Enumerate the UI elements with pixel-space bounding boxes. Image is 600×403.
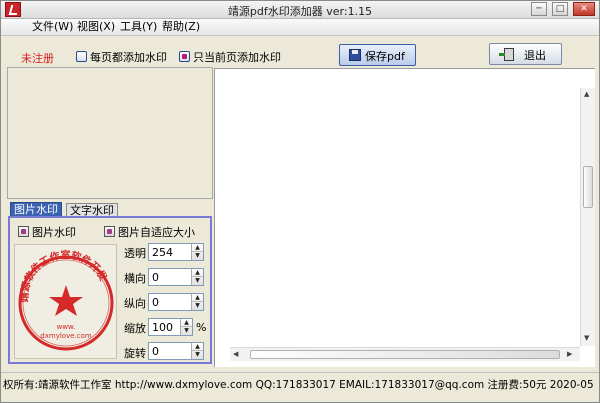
opacity-value: 254	[152, 246, 173, 259]
rotation-spinner[interactable]: 0 ▲ ▼	[148, 342, 204, 360]
every-page-checkbox[interactable]	[76, 51, 87, 62]
horizontal-label: 横向	[124, 272, 146, 285]
scale-unit: %	[196, 321, 207, 334]
scroll-right-arrow-icon[interactable]: ▶	[567, 350, 572, 358]
horizontal-spinner[interactable]: 0 ▲ ▼	[148, 268, 204, 286]
every-page-label: 每页都添加水印	[90, 51, 167, 64]
horizontal-spin-buttons: ▲ ▼	[191, 269, 203, 285]
page-thumbnail-panel[interactable]	[7, 67, 213, 199]
current-page-label: 只当前页添加水印	[193, 51, 281, 64]
opacity-spinner[interactable]: 254 ▲ ▼	[148, 243, 204, 261]
opacity-down-arrow-icon[interactable]: ▼	[192, 252, 203, 260]
horizontal-scroll-thumb[interactable]	[250, 350, 560, 359]
app-window: 靖源pdf水印添加器 ver:1.15 ─ □ ✕ 文件(W) 视图(X) 工具…	[0, 0, 600, 403]
opacity-up-arrow-icon[interactable]: ▲	[192, 244, 203, 252]
window-title: 靖源pdf水印添加器 ver:1.15	[227, 5, 373, 18]
save-pdf-button[interactable]: 保存pdf	[339, 44, 416, 66]
scale-spin-buttons: ▲ ▼	[180, 319, 192, 335]
vertical-label: 纵向	[124, 297, 146, 310]
auto-size-checkbox[interactable]	[104, 226, 115, 237]
close-button[interactable]: ✕	[573, 2, 595, 16]
pdf-preview-pane[interactable]	[214, 68, 595, 367]
horizontal-up-arrow-icon[interactable]: ▲	[192, 269, 203, 277]
image-watermark-panel: 图片水印 图片自适应大小 靖源软件工作室软件开发 www. dxmylove.c…	[8, 216, 212, 364]
vertical-up-arrow-icon[interactable]: ▲	[192, 294, 203, 302]
horizontal-value: 0	[152, 271, 159, 284]
status-bar: 权所有:靖源软件工作室 http://www.dxmylove.com QQ:1…	[1, 372, 599, 392]
menu-tools[interactable]: 工具(Y)	[117, 20, 160, 35]
menu-bar: 文件(W) 视图(X) 工具(Y) 帮助(Z)	[1, 19, 599, 36]
exit-label: 退出	[524, 49, 546, 62]
scale-up-arrow-icon[interactable]: ▲	[181, 319, 192, 327]
unregistered-label: 未注册	[21, 52, 54, 65]
stamp-url-line2: dxmylove.com	[40, 332, 92, 340]
copyright-status-text: 权所有:靖源软件工作室 http://www.dxmylove.com QQ:1…	[3, 379, 594, 391]
red-seal-stamp-image: 靖源软件工作室软件开发 www. dxmylove.com	[18, 248, 114, 351]
vertical-value: 0	[152, 296, 159, 309]
vertical-scroll-thumb[interactable]	[583, 166, 593, 208]
floppy-disk-icon	[349, 49, 361, 61]
exit-door-icon	[499, 48, 514, 61]
opacity-spin-buttons: ▲ ▼	[191, 244, 203, 260]
watermark-image-preview[interactable]: 靖源软件工作室软件开发 www. dxmylove.com	[14, 244, 117, 359]
opacity-label: 透明	[124, 247, 146, 260]
scale-value: 100	[152, 321, 173, 334]
menu-help[interactable]: 帮助(Z)	[159, 20, 203, 35]
scroll-left-arrow-icon[interactable]: ◀	[233, 350, 238, 358]
tab-image-watermark[interactable]: 图片水印	[10, 202, 62, 217]
horizontal-down-arrow-icon[interactable]: ▼	[192, 277, 203, 285]
scale-spinner[interactable]: 100 ▲ ▼	[148, 318, 193, 336]
rotation-label: 旋转	[124, 347, 146, 360]
image-watermark-checkbox[interactable]	[18, 226, 29, 237]
minimize-button[interactable]: ─	[531, 2, 547, 16]
menu-file[interactable]: 文件(W)	[29, 20, 76, 35]
rotation-down-arrow-icon[interactable]: ▼	[192, 351, 203, 359]
vertical-spinner[interactable]: 0 ▲ ▼	[148, 293, 204, 311]
image-watermark-label: 图片水印	[32, 226, 76, 239]
auto-size-label: 图片自适应大小	[118, 226, 195, 239]
exit-button[interactable]: 退出	[489, 43, 562, 65]
scale-down-arrow-icon[interactable]: ▼	[181, 327, 192, 335]
horizontal-scrollbar[interactable]: ◀ ▶	[230, 347, 580, 361]
stamp-url-line1: www.	[57, 323, 76, 331]
vertical-spin-buttons: ▲ ▼	[191, 294, 203, 310]
maximize-button[interactable]: □	[552, 2, 568, 16]
scale-label: 缩放	[124, 322, 146, 335]
menu-view[interactable]: 视图(X)	[74, 20, 118, 35]
vertical-scrollbar[interactable]: ▲ ▼	[580, 88, 595, 346]
current-page-checkbox[interactable]	[179, 51, 190, 62]
vertical-down-arrow-icon[interactable]: ▼	[192, 302, 203, 310]
title-bar: 靖源pdf水印添加器 ver:1.15 ─ □ ✕	[1, 1, 599, 19]
rotation-up-arrow-icon[interactable]: ▲	[192, 343, 203, 351]
rotation-value: 0	[152, 345, 159, 358]
rotation-spin-buttons: ▲ ▼	[191, 343, 203, 359]
scroll-down-arrow-icon[interactable]: ▼	[584, 334, 589, 342]
scroll-up-arrow-icon[interactable]: ▲	[584, 90, 589, 98]
save-pdf-label: 保存pdf	[365, 50, 405, 63]
